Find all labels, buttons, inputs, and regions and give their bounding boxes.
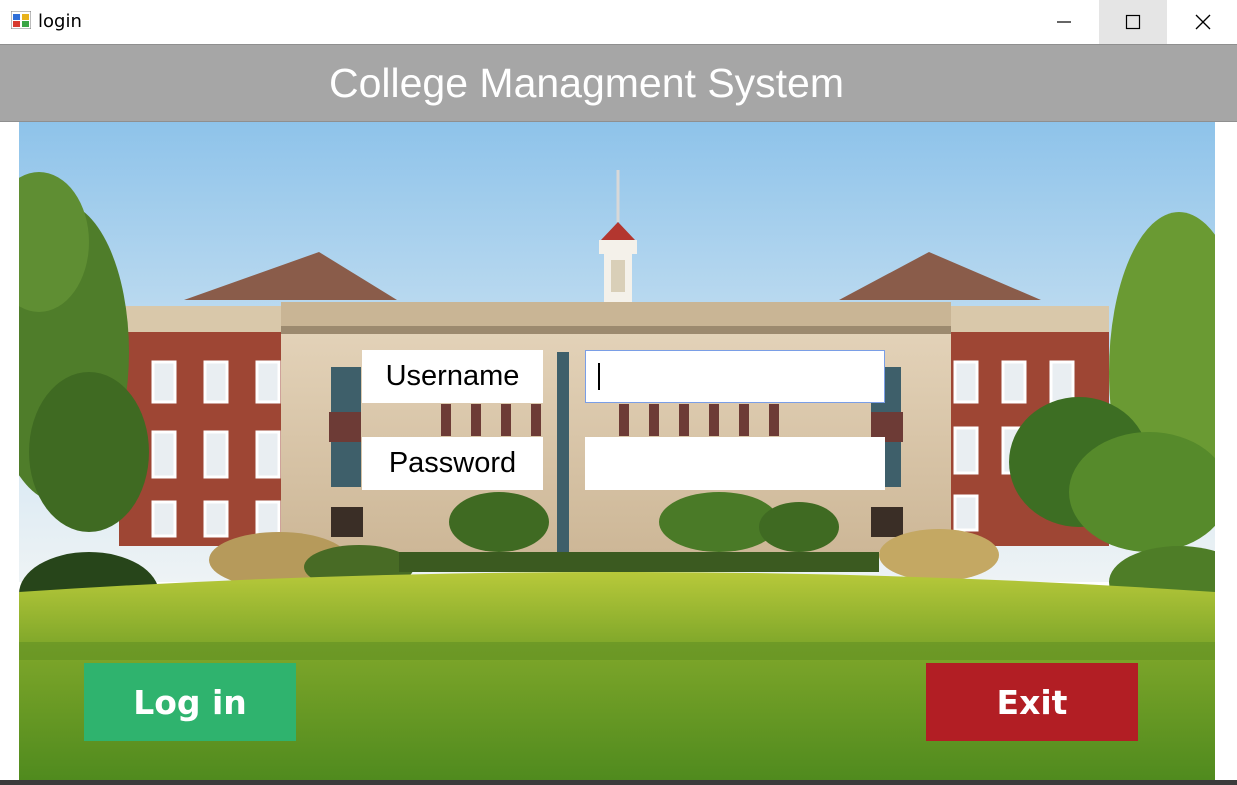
maximize-icon	[1125, 14, 1141, 30]
header-band: College Managment System	[0, 44, 1237, 122]
app-title: College Managment System	[328, 59, 845, 106]
minimize-icon	[1057, 21, 1071, 23]
title-bar: login	[0, 0, 1237, 44]
password-label: Password	[362, 437, 543, 490]
close-icon	[1195, 14, 1211, 30]
window-bottom-edge	[0, 780, 1237, 785]
maximize-button[interactable]	[1099, 0, 1167, 44]
close-button[interactable]	[1169, 0, 1237, 44]
username-label: Username	[362, 350, 543, 403]
exit-button[interactable]: Exit	[926, 663, 1138, 741]
app-icon	[11, 11, 31, 29]
login-window: login College Managment System Username …	[0, 0, 1237, 785]
login-button[interactable]: Log in	[84, 663, 296, 741]
password-input[interactable]	[585, 437, 885, 490]
text-caret	[598, 363, 600, 390]
username-input[interactable]	[585, 350, 885, 403]
minimize-button[interactable]	[1030, 0, 1098, 44]
window-title: login	[38, 11, 82, 32]
